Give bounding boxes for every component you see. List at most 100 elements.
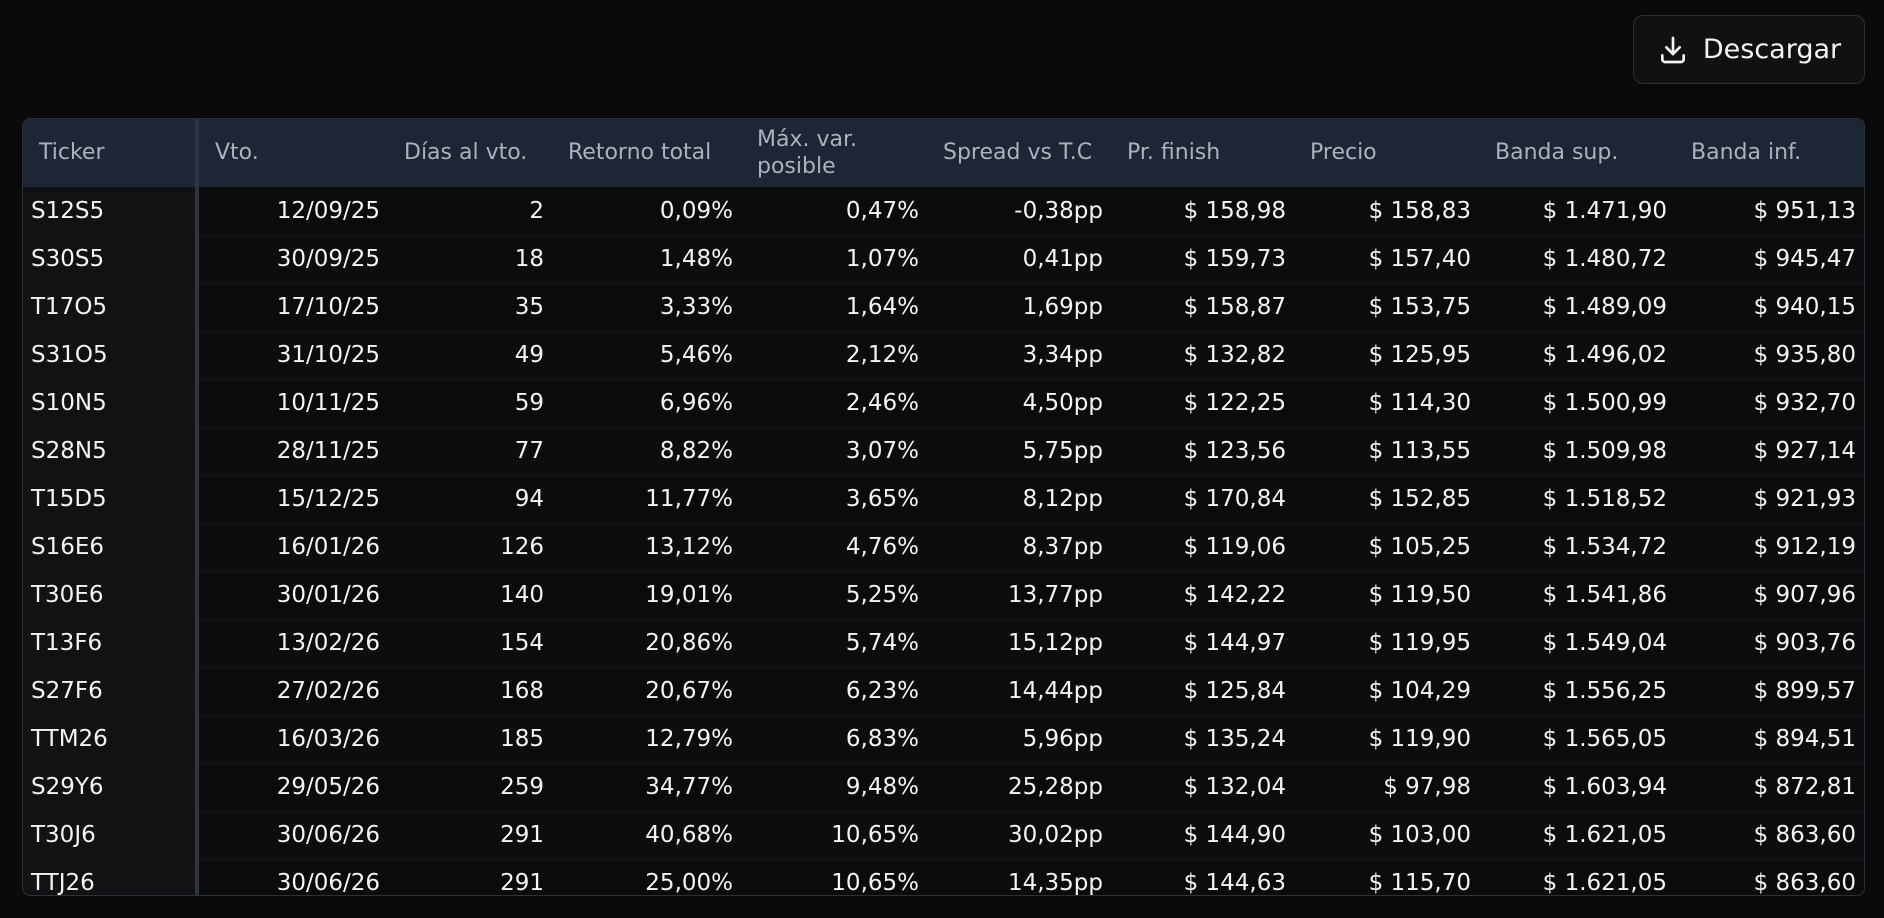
cell-banda-sup: $ 1.496,02 bbox=[1479, 331, 1675, 380]
cell-vto: 10/11/25 bbox=[197, 379, 388, 428]
cell-precio: $ 158,83 bbox=[1294, 187, 1479, 236]
cell-banda-sup: $ 1.471,90 bbox=[1479, 187, 1675, 236]
column-header-spread-vs-tc[interactable]: Spread vs T.C bbox=[927, 119, 1111, 187]
table-row[interactable]: T13F6 13/02/26 154 20,86% 5,74% 15,12pp $ 144,… bbox=[23, 619, 1864, 668]
cell-vto: 13/02/26 bbox=[197, 619, 388, 668]
cell-pr-finish: $ 170,84 bbox=[1111, 475, 1294, 524]
cell-retorno-total: 20,86% bbox=[552, 619, 741, 668]
column-header-precio[interactable]: Precio bbox=[1294, 119, 1479, 187]
cell-banda-inf: $ 907,96 bbox=[1675, 571, 1864, 620]
cell-spread-vs-tc: 4,50pp bbox=[927, 379, 1111, 428]
cell-banda-sup: $ 1.621,05 bbox=[1479, 859, 1675, 895]
table-row[interactable]: S30S5 30/09/25 18 1,48% 1,07% 0,41pp $ 159,73 $… bbox=[23, 235, 1864, 284]
table-row[interactable]: T30E6 30/01/26 140 19,01% 5,25% 13,77pp $ 142,… bbox=[23, 571, 1864, 620]
cell-max-var-posible: 3,65% bbox=[741, 475, 927, 524]
cell-max-var-posible: 3,07% bbox=[741, 427, 927, 476]
cell-precio: $ 115,70 bbox=[1294, 859, 1479, 895]
table-row[interactable]: S29Y6 29/05/26 259 34,77% 9,48% 25,28pp $ 132,… bbox=[23, 763, 1864, 812]
cell-retorno-total: 11,77% bbox=[552, 475, 741, 524]
cell-precio: $ 119,50 bbox=[1294, 571, 1479, 620]
table-row[interactable]: T15D5 15/12/25 94 11,77% 3,65% 8,12pp $ 170,84… bbox=[23, 475, 1864, 524]
cell-dias-al-vto: 94 bbox=[388, 475, 552, 524]
cell-banda-sup: $ 1.518,52 bbox=[1479, 475, 1675, 524]
download-button[interactable]: Descargar bbox=[1633, 15, 1865, 84]
cell-ticker: S10N5 bbox=[23, 379, 199, 428]
table-row[interactable]: S31O5 31/10/25 49 5,46% 2,12% 3,34pp $ 132,82 $… bbox=[23, 331, 1864, 380]
cell-spread-vs-tc: 0,41pp bbox=[927, 235, 1111, 284]
cell-banda-inf: $ 912,19 bbox=[1675, 523, 1864, 572]
cell-retorno-total: 5,46% bbox=[552, 331, 741, 380]
cell-banda-inf: $ 927,14 bbox=[1675, 427, 1864, 476]
cell-precio: $ 157,40 bbox=[1294, 235, 1479, 284]
cell-banda-inf: $ 872,81 bbox=[1675, 763, 1864, 812]
cell-max-var-posible: 2,46% bbox=[741, 379, 927, 428]
column-header-retorno-total[interactable]: Retorno total bbox=[552, 119, 741, 187]
bonds-table-container[interactable]: Ticker Vto. Días al vto. Retorno total Máx. … bbox=[22, 118, 1865, 896]
cell-banda-inf: $ 894,51 bbox=[1675, 715, 1864, 764]
column-header-max-var-posible[interactable]: Máx. var. posible bbox=[741, 119, 927, 187]
cell-retorno-total: 40,68% bbox=[552, 811, 741, 860]
cell-banda-inf: $ 863,60 bbox=[1675, 859, 1864, 895]
cell-banda-inf: $ 903,76 bbox=[1675, 619, 1864, 668]
cell-ticker: S29Y6 bbox=[23, 763, 199, 812]
table-row[interactable]: TTJ26 30/06/26 291 25,00% 10,65% 14,35pp $ 144… bbox=[23, 859, 1864, 895]
cell-spread-vs-tc: 5,96pp bbox=[927, 715, 1111, 764]
cell-precio: $ 105,25 bbox=[1294, 523, 1479, 572]
cell-dias-al-vto: 168 bbox=[388, 667, 552, 716]
column-header-dias-al-vto[interactable]: Días al vto. bbox=[388, 119, 552, 187]
cell-retorno-total: 25,00% bbox=[552, 859, 741, 895]
cell-spread-vs-tc: 1,69pp bbox=[927, 283, 1111, 332]
cell-max-var-posible: 0,47% bbox=[741, 187, 927, 236]
cell-ticker: T13F6 bbox=[23, 619, 199, 668]
cell-banda-sup: $ 1.565,05 bbox=[1479, 715, 1675, 764]
cell-spread-vs-tc: 5,75pp bbox=[927, 427, 1111, 476]
column-header-banda-inf[interactable]: Banda inf. bbox=[1675, 119, 1864, 187]
cell-pr-finish: $ 119,06 bbox=[1111, 523, 1294, 572]
cell-vto: 16/03/26 bbox=[197, 715, 388, 764]
column-header-ticker[interactable]: Ticker bbox=[23, 119, 199, 187]
cell-spread-vs-tc: 8,12pp bbox=[927, 475, 1111, 524]
cell-retorno-total: 1,48% bbox=[552, 235, 741, 284]
cell-vto: 16/01/26 bbox=[197, 523, 388, 572]
cell-vto: 31/10/25 bbox=[197, 331, 388, 380]
cell-banda-inf: $ 932,70 bbox=[1675, 379, 1864, 428]
column-header-banda-sup[interactable]: Banda sup. bbox=[1479, 119, 1675, 187]
table-row[interactable]: TTM26 16/03/26 185 12,79% 6,83% 5,96pp $ 135,2… bbox=[23, 715, 1864, 764]
table-row[interactable]: S12S5 12/09/25 2 0,09% 0,47% -0,38pp $ 158,98 $… bbox=[23, 187, 1864, 236]
cell-pr-finish: $ 122,25 bbox=[1111, 379, 1294, 428]
download-icon bbox=[1657, 34, 1689, 66]
table-row[interactable]: S10N5 10/11/25 59 6,96% 2,46% 4,50pp $ 122,25 $… bbox=[23, 379, 1864, 428]
cell-max-var-posible: 5,25% bbox=[741, 571, 927, 620]
cell-dias-al-vto: 2 bbox=[388, 187, 552, 236]
cell-max-var-posible: 6,83% bbox=[741, 715, 927, 764]
table-row[interactable]: T17O5 17/10/25 35 3,33% 1,64% 1,69pp $ 158,87 $… bbox=[23, 283, 1864, 332]
cell-precio: $ 125,95 bbox=[1294, 331, 1479, 380]
cell-dias-al-vto: 291 bbox=[388, 811, 552, 860]
cell-dias-al-vto: 140 bbox=[388, 571, 552, 620]
table-row[interactable]: T30J6 30/06/26 291 40,68% 10,65% 30,02pp $ 144… bbox=[23, 811, 1864, 860]
cell-vto: 30/01/26 bbox=[197, 571, 388, 620]
cell-ticker: TTJ26 bbox=[23, 859, 199, 895]
table-row[interactable]: S16E6 16/01/26 126 13,12% 4,76% 8,37pp $ 119,0… bbox=[23, 523, 1864, 572]
column-header-vto[interactable]: Vto. bbox=[197, 119, 388, 187]
cell-pr-finish: $ 123,56 bbox=[1111, 427, 1294, 476]
cell-retorno-total: 34,77% bbox=[552, 763, 741, 812]
cell-max-var-posible: 10,65% bbox=[741, 811, 927, 860]
table-row[interactable]: S28N5 28/11/25 77 8,82% 3,07% 5,75pp $ 123,56 $… bbox=[23, 427, 1864, 476]
cell-banda-inf: $ 921,93 bbox=[1675, 475, 1864, 524]
cell-vto: 27/02/26 bbox=[197, 667, 388, 716]
cell-banda-inf: $ 863,60 bbox=[1675, 811, 1864, 860]
cell-pr-finish: $ 159,73 bbox=[1111, 235, 1294, 284]
cell-pr-finish: $ 125,84 bbox=[1111, 667, 1294, 716]
cell-ticker: S16E6 bbox=[23, 523, 199, 572]
cell-precio: $ 119,95 bbox=[1294, 619, 1479, 668]
column-header-pr-finish[interactable]: Pr. finish bbox=[1111, 119, 1294, 187]
cell-retorno-total: 20,67% bbox=[552, 667, 741, 716]
cell-spread-vs-tc: 3,34pp bbox=[927, 331, 1111, 380]
cell-retorno-total: 3,33% bbox=[552, 283, 741, 332]
table-row[interactable]: S27F6 27/02/26 168 20,67% 6,23% 14,44pp $ 125,… bbox=[23, 667, 1864, 716]
cell-spread-vs-tc: 14,44pp bbox=[927, 667, 1111, 716]
cell-precio: $ 114,30 bbox=[1294, 379, 1479, 428]
cell-retorno-total: 13,12% bbox=[552, 523, 741, 572]
cell-pr-finish: $ 142,22 bbox=[1111, 571, 1294, 620]
